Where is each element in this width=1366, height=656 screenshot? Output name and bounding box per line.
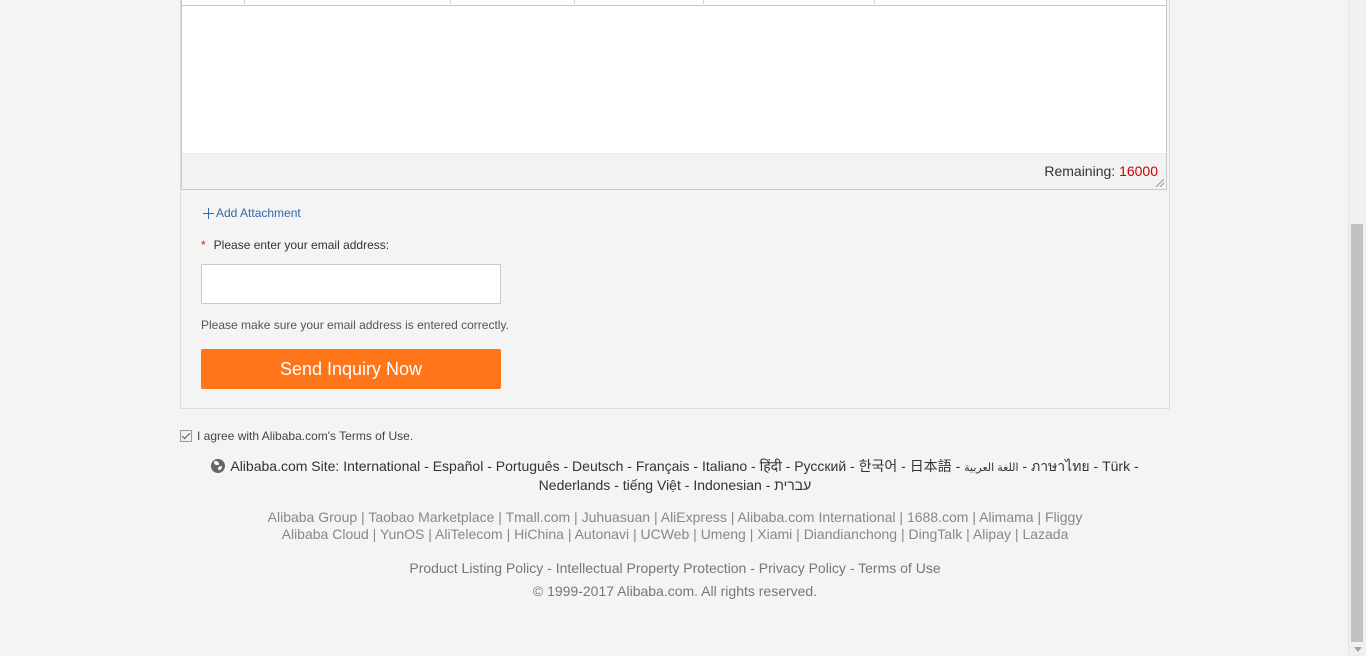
lang-japanese[interactable]: 日本語 [910, 458, 952, 474]
email-field[interactable] [201, 264, 501, 304]
lang-international[interactable]: International [343, 458, 420, 474]
policy-link-privacy[interactable]: Privacy Policy [759, 560, 846, 576]
group-link[interactable]: Taobao Marketplace [368, 509, 494, 525]
add-attachment-link[interactable]: Add Attachment [203, 206, 301, 220]
lang-hindi[interactable]: हिंदी [760, 458, 782, 474]
footer-policy-links: Product Listing Policy - Intellectual Pr… [409, 560, 941, 576]
policy-link-terms[interactable]: Terms of Use [858, 560, 940, 576]
email-label-text: Please enter your email address: [213, 238, 390, 252]
terms-agreement: I agree with Alibaba.com's Terms of Use. [180, 429, 413, 443]
group-link[interactable]: Alimama [979, 509, 1033, 525]
copyright: © 1999-2017 Alibaba.com. All rights rese… [532, 583, 818, 599]
lang-arabic[interactable]: اللغة العربية [964, 462, 1018, 474]
lang-vietnamese[interactable]: tiếng Việt [623, 477, 681, 493]
group-link[interactable]: Diandianchong [804, 526, 897, 542]
lang-turkish[interactable]: Türk [1102, 458, 1130, 474]
remaining-counter: Remaining: 16000 [1044, 163, 1158, 179]
lang-spanish[interactable]: Español [433, 458, 484, 474]
lang-french[interactable]: Français [636, 458, 690, 474]
lang-russian[interactable]: Pусский [794, 458, 846, 474]
group-link[interactable]: Juhuasuan [582, 509, 651, 525]
lang-indonesian[interactable]: Indonesian [693, 477, 762, 493]
scrollbar-thumb[interactable] [1351, 224, 1363, 642]
group-link[interactable]: Fliggy [1045, 509, 1082, 525]
lang-korean[interactable]: 한국어 [859, 458, 898, 474]
footer-language-links: Alibaba.com Site: International - Españo… [180, 458, 1170, 494]
group-link[interactable]: Alibaba Group [268, 509, 358, 525]
footer-group-links: Alibaba Group | Taobao Marketplace | Tma… [267, 509, 1083, 542]
remaining-label: Remaining: [1044, 163, 1116, 179]
email-hint: Please make sure your email address is e… [201, 318, 509, 332]
group-link[interactable]: Alibaba.com International [738, 509, 896, 525]
lang-hebrew[interactable]: עברית [774, 477, 811, 493]
remaining-count: 16000 [1119, 163, 1158, 179]
group-link[interactable]: YunOS [380, 526, 424, 542]
group-link[interactable]: 1688.com [907, 509, 968, 525]
editor-status-bar: Remaining: 16000 [182, 153, 1166, 189]
required-mark: * [201, 238, 206, 252]
group-link[interactable]: AliExpress [661, 509, 727, 525]
scroll-down-arrow-icon[interactable] [1354, 647, 1362, 652]
globe-icon [211, 459, 226, 473]
lang-portuguese[interactable]: Português [496, 458, 560, 474]
group-link[interactable]: UCWeb [641, 526, 690, 542]
group-link[interactable]: Alibaba Cloud [282, 526, 369, 542]
group-link[interactable]: HiChina [514, 526, 564, 542]
lang-thai[interactable]: ภาษาไทย [1031, 458, 1090, 474]
lang-italian[interactable]: Italiano [702, 458, 747, 474]
email-label: * Please enter your email address: [201, 238, 389, 252]
send-inquiry-button[interactable]: Send Inquiry Now [201, 349, 501, 389]
inquiry-form-panel: Remaining: 16000 Add Attachment * Please … [180, 0, 1170, 409]
editor-toolbar-edge [182, 0, 1166, 6]
group-link[interactable]: Umeng [701, 526, 746, 542]
page-scrollbar[interactable] [1348, 0, 1366, 656]
group-link[interactable]: DingTalk [909, 526, 963, 542]
terms-agreement-text: I agree with Alibaba.com's Terms of Use. [197, 429, 414, 443]
group-link[interactable]: AliTelecom [435, 526, 503, 542]
plus-icon [203, 207, 214, 219]
group-link[interactable]: Tmall.com [506, 509, 571, 525]
group-link[interactable]: Xiami [757, 526, 792, 542]
group-link[interactable]: Alipay [973, 526, 1011, 542]
group-link[interactable]: Lazada [1022, 526, 1068, 542]
group-link[interactable]: Autonavi [575, 526, 629, 542]
terms-checkbox[interactable] [180, 430, 192, 442]
policy-link-ip-protection[interactable]: Intellectual Property Protection [556, 560, 747, 576]
add-attachment-label: Add Attachment [216, 206, 301, 220]
site-label: Alibaba.com Site: [230, 458, 340, 474]
lang-german[interactable]: Deutsch [572, 458, 623, 474]
message-editor[interactable]: Remaining: 16000 [181, 0, 1167, 190]
lang-dutch[interactable]: Nederlands [539, 477, 611, 493]
resize-grip-icon[interactable] [1156, 179, 1164, 187]
policy-link-product-listing[interactable]: Product Listing Policy [409, 560, 543, 576]
